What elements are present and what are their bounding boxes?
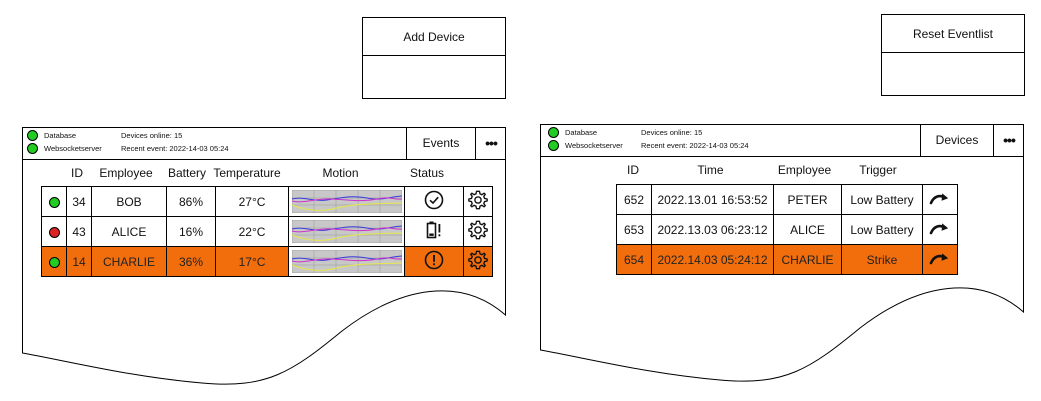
table-row[interactable]: 14 CHARLIE 36% 17°C: [41, 246, 493, 277]
status-area: Database Websocketserver Devices online:…: [22, 127, 406, 159]
id-cell: 43: [66, 216, 92, 247]
status-cell: [404, 246, 464, 277]
devices-top-bar: Database Websocketserver Devices online:…: [22, 127, 506, 160]
database-label: Database: [565, 128, 598, 137]
low-battery-icon: [424, 221, 444, 243]
col-header-battery: Battery: [167, 166, 206, 180]
device-online-dot: [48, 256, 60, 268]
database-label: Database: [44, 131, 77, 140]
events-nav-button[interactable]: Events: [406, 127, 475, 159]
recent-event-text: Recent event: 2022-14-03 05:24: [641, 141, 749, 150]
websocket-status-dot: [548, 140, 559, 151]
id-cell: 653: [616, 214, 652, 245]
gear-icon: [467, 190, 489, 214]
employee-cell: ALICE: [91, 216, 167, 247]
battery-cell: 86%: [166, 186, 216, 217]
table-row[interactable]: 653 2022.13.03 06:23:12 ALICE Low Battery: [616, 214, 958, 245]
table-row[interactable]: 43 ALICE 16% 22°C: [41, 216, 493, 247]
col-header-trigger: Trigger: [859, 163, 897, 177]
add-device-label: Add Device: [363, 18, 505, 56]
add-device-button[interactable]: Add Device: [362, 17, 506, 99]
id-cell: 34: [66, 186, 92, 217]
reset-eventlist-label: Reset Eventlist: [882, 15, 1024, 53]
col-header-employee: Employee: [777, 163, 832, 177]
more-menu-button[interactable]: •••: [993, 124, 1024, 156]
settings-button[interactable]: [463, 246, 493, 277]
id-cell: 654: [616, 244, 652, 275]
col-header-id: ID: [71, 166, 83, 180]
devices-nav-button[interactable]: Devices: [920, 124, 993, 156]
devices-panel: Database Websocketserver Devices online:…: [22, 127, 506, 391]
database-status-dot: [548, 127, 559, 138]
motion-cell: [288, 216, 405, 247]
replay-button[interactable]: [922, 184, 958, 215]
websocket-label: Websocketserver: [565, 141, 623, 150]
trigger-cell: Low Battery: [841, 184, 923, 215]
events-table: 652 2022.13.01 16:53:52 PETER Low Battery 65…: [616, 184, 958, 275]
online-cell: [41, 246, 67, 277]
online-cell: [41, 216, 67, 247]
more-menu-button[interactable]: •••: [475, 127, 506, 159]
settings-button[interactable]: [463, 216, 493, 247]
employee-cell: CHARLIE: [91, 246, 167, 277]
status-area: Database Websocketserver Devices online:…: [540, 124, 920, 156]
motion-chart: [289, 190, 404, 213]
col-header-status: Status: [409, 166, 445, 180]
redo-arrow-icon: [929, 223, 951, 238]
col-header-time: Time: [697, 163, 724, 177]
col-header-motion: Motion: [322, 166, 359, 180]
status-cell: [404, 216, 464, 247]
devices-online-text: Devices online: 15: [641, 128, 703, 137]
battery-cell: 16%: [166, 216, 216, 247]
online-cell: [41, 186, 67, 217]
device-online-dot: [48, 226, 60, 238]
col-header-temperature: Temperature: [213, 166, 281, 180]
motion-chart: [289, 220, 404, 243]
replay-button[interactable]: [922, 244, 958, 275]
time-cell: 2022.13.03 06:23:12: [651, 214, 774, 245]
status-cell: [404, 186, 464, 217]
trigger-cell: Low Battery: [841, 214, 923, 245]
gear-icon: [467, 220, 489, 244]
temperature-cell: 27°C: [215, 186, 289, 217]
temperature-cell: 22°C: [215, 216, 289, 247]
trigger-cell: Strike: [841, 244, 923, 275]
alert-circle-icon: [424, 250, 444, 273]
devices-table: 34 BOB 86% 27°C 43 ALICE 16% 22°C 14 CHARLIE 36% 17…: [41, 186, 493, 277]
col-header-employee: Employee: [99, 166, 153, 180]
col-header-id: ID: [627, 163, 639, 177]
time-cell: 2022.13.01 16:53:52: [651, 184, 774, 215]
gear-icon: [467, 250, 489, 274]
battery-cell: 36%: [166, 246, 216, 277]
time-cell: 2022.14.03 05:24:12: [651, 244, 774, 275]
database-status-dot: [27, 130, 38, 141]
id-cell: 14: [66, 246, 92, 277]
temperature-cell: 17°C: [215, 246, 289, 277]
motion-chart: [289, 250, 404, 273]
redo-arrow-icon: [929, 193, 951, 208]
events-panel: Database Websocketserver Devices online:…: [540, 124, 1024, 388]
table-row[interactable]: 654 2022.14.03 05:24:12 CHARLIE Strike: [616, 244, 958, 275]
table-row[interactable]: 34 BOB 86% 27°C: [41, 186, 493, 217]
replay-button[interactable]: [922, 214, 958, 245]
websocket-status-dot: [27, 143, 38, 154]
id-cell: 652: [616, 184, 652, 215]
settings-button[interactable]: [463, 186, 493, 217]
recent-event-text: Recent event: 2022-14-03 05:24: [121, 144, 229, 153]
employee-cell: BOB: [91, 186, 167, 217]
employee-cell: PETER: [773, 184, 842, 215]
websocket-label: Websocketserver: [44, 144, 102, 153]
employee-cell: ALICE: [773, 214, 842, 245]
check-circle-icon: [424, 190, 444, 213]
device-online-dot: [48, 196, 60, 208]
motion-cell: [288, 186, 405, 217]
motion-cell: [288, 246, 405, 277]
reset-eventlist-button[interactable]: Reset Eventlist: [881, 14, 1025, 96]
devices-online-text: Devices online: 15: [121, 131, 183, 140]
events-top-bar: Database Websocketserver Devices online:…: [540, 124, 1024, 157]
redo-arrow-icon: [929, 253, 951, 268]
employee-cell: CHARLIE: [773, 244, 842, 275]
table-row[interactable]: 652 2022.13.01 16:53:52 PETER Low Battery: [616, 184, 958, 215]
